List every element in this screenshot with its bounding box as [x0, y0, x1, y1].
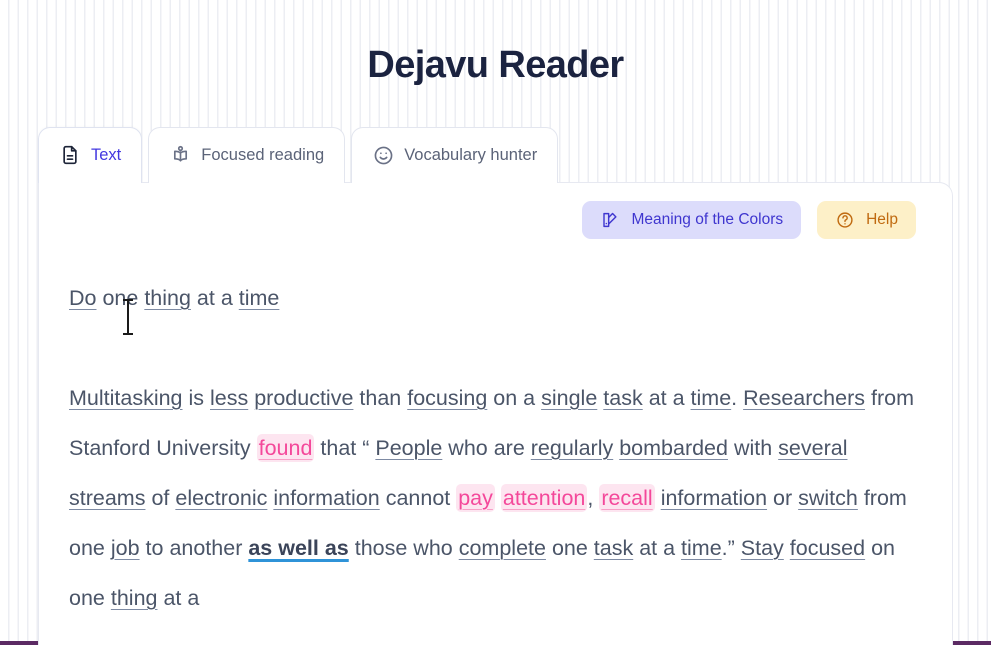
meaning-of-the-colors-label: Meaning of the Colors [631, 210, 784, 228]
highlighted-word[interactable]: switch [798, 486, 858, 510]
plain-text: cannot [379, 485, 457, 510]
plain-text: at a [642, 385, 691, 410]
highlighted-word[interactable]: single [541, 386, 597, 410]
help-button[interactable]: Help [817, 200, 916, 239]
page-title: Dejavu Reader [367, 44, 624, 86]
highlighted-word[interactable]: information [273, 486, 379, 510]
highlighted-word[interactable]: as well as [248, 536, 348, 560]
highlighted-word[interactable]: time [681, 536, 722, 560]
highlighted-word[interactable]: electronic [175, 486, 267, 510]
highlighted-word[interactable]: Multitasking [69, 386, 183, 410]
smiley-face-icon [372, 144, 394, 166]
tab-bar: Text Focused reading Vocabulary hunter [0, 126, 991, 183]
plain-text: at a [633, 535, 682, 560]
highlighted-word[interactable]: bombarded [619, 436, 728, 460]
highlighted-word[interactable]: found [256, 433, 315, 462]
tab-focused-reading-label: Focused reading [201, 145, 325, 164]
plain-text: who are [442, 435, 531, 460]
text-paragraph: Multitasking is less productive than foc… [69, 373, 922, 623]
highlighted-word[interactable]: task [603, 386, 642, 410]
highlighted-word[interactable]: recall [599, 483, 655, 512]
highlighted-word[interactable]: time [691, 386, 732, 410]
plain-text: that “ [314, 435, 376, 460]
color-palette-icon [600, 210, 620, 230]
plain-text: on a [487, 385, 542, 410]
highlighted-word[interactable]: task [594, 536, 633, 560]
plain-text: is [182, 385, 210, 410]
reader-content-card: Meaning of the Colors Help Do one thing … [38, 181, 953, 645]
plain-text: of [145, 485, 176, 510]
document-icon [59, 144, 81, 166]
highlighted-word[interactable]: pay [456, 483, 495, 512]
plain-text: one [545, 535, 594, 560]
tab-focused-reading[interactable]: Focused reading [148, 126, 346, 183]
highlighted-word[interactable]: several [778, 436, 847, 460]
highlighted-word[interactable]: time [239, 286, 280, 310]
plain-text: . [731, 385, 744, 410]
plain-text: those who [348, 535, 459, 560]
highlighted-word[interactable]: thing [144, 286, 191, 310]
plain-text [495, 486, 501, 510]
action-button-row: Meaning of the Colors Help [67, 200, 924, 239]
meaning-of-the-colors-button[interactable]: Meaning of the Colors [582, 200, 802, 239]
question-circle-icon [835, 210, 855, 230]
plain-text: at a [190, 285, 239, 310]
highlighted-word[interactable]: productive [254, 386, 353, 410]
plain-text: .” [721, 535, 741, 560]
text-heading: Do one thing at a time [69, 273, 922, 323]
plain-text: than [353, 385, 408, 410]
tab-vocabulary-hunter-label: Vocabulary hunter [404, 145, 538, 164]
highlighted-word[interactable]: Researchers [743, 386, 865, 410]
highlighted-word[interactable]: Do [69, 286, 96, 310]
highlighted-word[interactable]: information [661, 486, 767, 510]
highlighted-word[interactable]: job [111, 536, 140, 560]
help-label: Help [866, 210, 898, 228]
plain-text: one [102, 285, 139, 310]
plain-text: , [587, 485, 600, 510]
highlighted-word[interactable]: People [375, 436, 442, 460]
highlighted-word[interactable]: Stay [741, 536, 784, 560]
reading-area[interactable]: Do one thing at a time Multitasking is l… [67, 239, 924, 623]
person-reading-book-icon [169, 144, 191, 166]
highlighted-word[interactable]: focused [790, 536, 865, 560]
tab-text-label: Text [91, 145, 122, 164]
highlighted-word[interactable]: thing [111, 586, 158, 610]
tab-text[interactable]: Text [38, 126, 143, 183]
highlighted-word[interactable]: regularly [531, 436, 613, 460]
tab-vocabulary-hunter[interactable]: Vocabulary hunter [351, 126, 559, 183]
highlighted-word[interactable]: focusing [407, 386, 487, 410]
highlighted-word[interactable]: attention [500, 483, 588, 512]
plain-text: to another [139, 535, 249, 560]
highlighted-word[interactable]: streams [69, 486, 145, 510]
highlighted-word[interactable]: less [210, 386, 248, 410]
highlighted-word[interactable]: complete [459, 536, 546, 560]
plain-text: with [727, 435, 779, 460]
plain-text: or [767, 485, 799, 510]
plain-text: at a [157, 585, 200, 610]
